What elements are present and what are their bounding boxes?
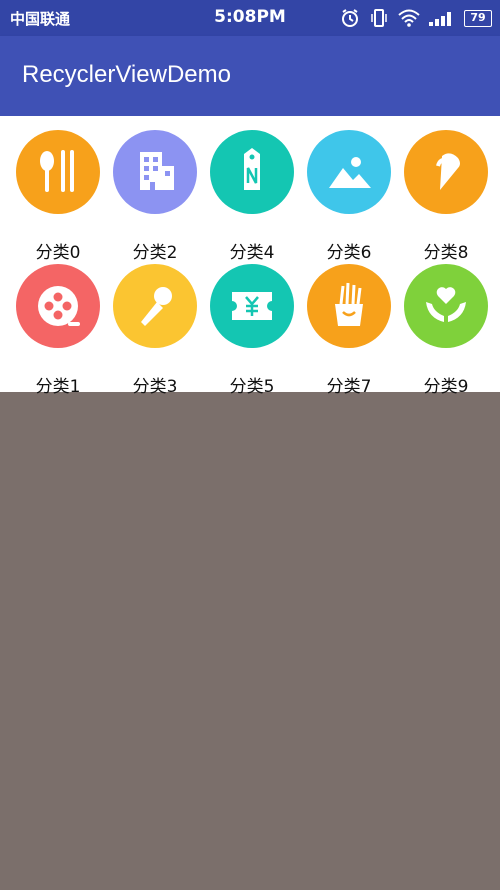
category-item[interactable]: 分类6	[299, 130, 397, 263]
category-item[interactable]: 分类0	[8, 130, 106, 263]
category-label: 分类4	[229, 243, 275, 263]
category-item[interactable]: 分类7	[299, 264, 397, 397]
fries-icon	[307, 264, 391, 348]
category-label: 分类2	[132, 243, 178, 263]
category-label: 分类0	[35, 243, 81, 263]
category-label: 分类5	[229, 377, 275, 397]
status-icons: 79	[340, 6, 492, 30]
microphone-icon	[113, 264, 197, 348]
alarm-icon	[342, 9, 358, 27]
category-label: 分类9	[423, 377, 469, 397]
status-bar: 中国联通 5:08PM 79	[0, 0, 500, 36]
app-bar: RecyclerViewDemo	[0, 36, 500, 116]
price-tag-icon	[210, 130, 294, 214]
building-icon	[113, 130, 197, 214]
category-item[interactable]: 分类5	[202, 264, 300, 397]
category-label: 分类8	[423, 243, 469, 263]
category-label: 分类3	[132, 377, 178, 397]
film-reel-icon	[16, 264, 100, 348]
category-item[interactable]: 分类9	[396, 264, 494, 397]
category-item[interactable]: 分类3	[105, 264, 203, 397]
signal-icon	[429, 12, 451, 26]
category-item[interactable]: 分类1	[8, 264, 106, 397]
category-item[interactable]: 分类4	[202, 130, 300, 263]
ice-cream-icon	[404, 130, 488, 214]
category-label: 分类1	[35, 377, 81, 397]
wifi-icon	[398, 9, 420, 27]
heart-hands-icon	[404, 264, 488, 348]
category-label: 分类6	[326, 243, 372, 263]
app-title: RecyclerViewDemo	[22, 61, 231, 88]
category-label: 分类7	[326, 377, 372, 397]
vibrate-icon	[371, 9, 387, 27]
ticket-icon	[210, 264, 294, 348]
landscape-photo-icon	[307, 130, 391, 214]
category-grid: 分类0 分类2 分类4 分类6 分类8 分类1 分类3 分类5 分类7 分类9	[0, 116, 500, 397]
category-item[interactable]: 分类8	[396, 130, 494, 263]
utensils-icon	[16, 130, 100, 214]
category-item[interactable]: 分类2	[105, 130, 203, 263]
battery-icon: 79	[464, 9, 492, 27]
